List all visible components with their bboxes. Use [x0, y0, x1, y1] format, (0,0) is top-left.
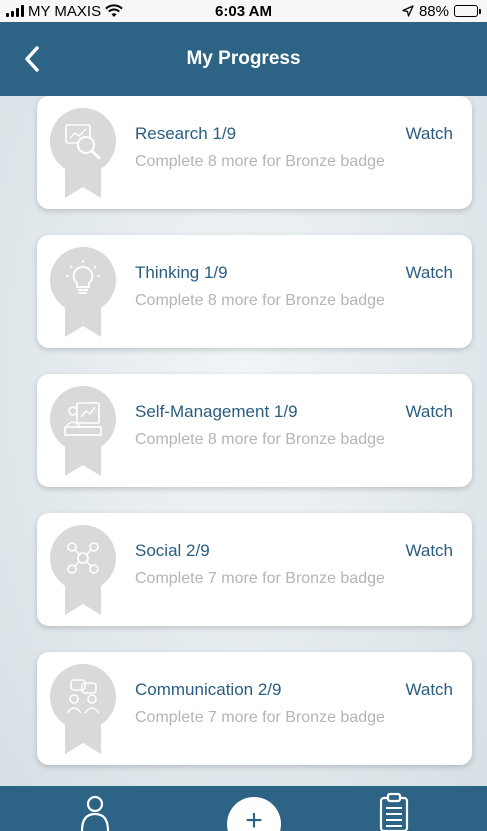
- card-title: Thinking 1/9: [135, 263, 228, 282]
- watch-button[interactable]: Watch: [405, 541, 453, 561]
- status-left: MY MAXIS: [6, 3, 123, 20]
- progress-card-research[interactable]: Research 1/9 Complete 8 more for Bronze …: [37, 96, 472, 209]
- add-icon: +: [245, 804, 263, 831]
- progress-list: Research 1/9 Complete 8 more for Bronze …: [0, 96, 487, 786]
- watch-button[interactable]: Watch: [405, 263, 453, 283]
- wifi-icon: [105, 4, 123, 17]
- profile-icon: [80, 795, 110, 831]
- progress-card-thinking[interactable]: Thinking 1/9 Complete 8 more for Bronze …: [37, 235, 472, 348]
- card-subtitle: Complete 7 more for Bronze badge: [135, 709, 385, 726]
- tab-tasks[interactable]: [378, 792, 410, 831]
- watch-button[interactable]: Watch: [405, 124, 453, 144]
- badge: [50, 108, 116, 204]
- watch-button[interactable]: Watch: [405, 680, 453, 700]
- tab-bar: +: [0, 786, 487, 831]
- status-bar: MY MAXIS 6:03 AM 88%: [0, 0, 487, 22]
- card-title: Research 1/9: [135, 124, 237, 143]
- card-subtitle: Complete 7 more for Bronze badge: [135, 570, 385, 587]
- social-network-icon: [67, 542, 99, 574]
- badge: [50, 525, 116, 621]
- card-title: Self-Management 1/9: [135, 402, 298, 421]
- card-subtitle: Complete 8 more for Bronze badge: [135, 153, 385, 170]
- research-icon: [65, 124, 101, 160]
- communication-icon: [66, 679, 100, 714]
- card-subtitle: Complete 8 more for Bronze badge: [135, 292, 385, 309]
- battery-icon: [454, 5, 481, 17]
- clipboard-icon: [379, 792, 409, 831]
- self-management-icon: [64, 402, 102, 436]
- card-subtitle: Complete 8 more for Bronze badge: [135, 431, 385, 448]
- carrier-label: MY MAXIS: [28, 2, 102, 20]
- watch-button[interactable]: Watch: [405, 402, 453, 422]
- page-title: My Progress: [186, 48, 301, 69]
- back-button[interactable]: [20, 44, 44, 74]
- location-arrow-icon: [402, 5, 414, 17]
- chevron-left-icon: [25, 46, 39, 72]
- battery-percent: 88%: [418, 2, 449, 20]
- status-right: 88%: [402, 3, 481, 20]
- progress-card-communication[interactable]: Communication 2/9 Complete 7 more for Br…: [37, 652, 472, 765]
- add-button[interactable]: +: [227, 797, 281, 831]
- lightbulb-icon: [66, 260, 100, 294]
- signal-icon: [6, 5, 24, 17]
- nav-bar: My Progress: [0, 22, 487, 96]
- badge: [50, 386, 116, 482]
- progress-card-social[interactable]: Social 2/9 Complete 7 more for Bronze ba…: [37, 513, 472, 626]
- tab-profile[interactable]: [79, 792, 111, 831]
- progress-card-self-management[interactable]: Self-Management 1/9 Complete 8 more for …: [37, 374, 472, 487]
- card-title: Social 2/9: [135, 541, 210, 560]
- badge: [50, 247, 116, 343]
- badge: [50, 664, 116, 760]
- card-title: Communication 2/9: [135, 680, 282, 699]
